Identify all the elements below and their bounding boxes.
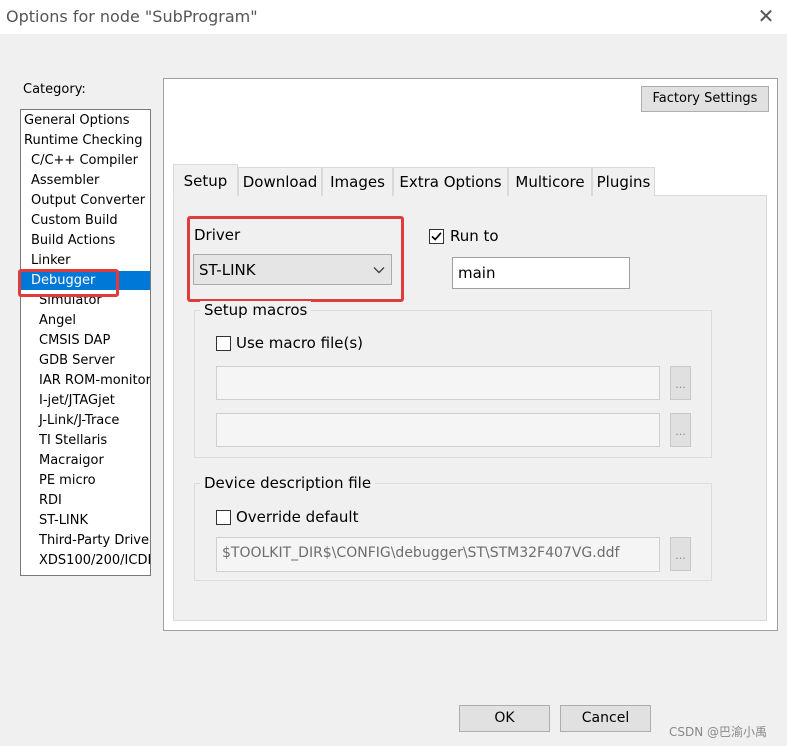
ok-button[interactable]: OK	[459, 705, 550, 732]
run-to-value: main	[458, 264, 496, 282]
category-item-rdi[interactable]: RDI	[39, 491, 62, 510]
device-description-title: Device description file	[200, 474, 376, 492]
category-item-ti-stellaris[interactable]: TI Stellaris	[39, 431, 107, 450]
category-item-custom-build[interactable]: Custom Build	[31, 211, 118, 230]
category-item-ijet-jtagjet[interactable]: I-jet/JTAGjet	[39, 391, 115, 410]
macro-file-browse-button-2[interactable]: ...	[670, 413, 691, 447]
debugger-highlight-box	[18, 269, 119, 297]
category-label: Category:	[23, 82, 86, 97]
category-item-jlink-jtrace[interactable]: J-Link/J-Trace	[39, 411, 119, 430]
device-file-browse-button[interactable]: ...	[670, 537, 691, 571]
category-item-angel[interactable]: Angel	[39, 311, 76, 330]
category-item-general-options[interactable]: General Options	[24, 111, 130, 130]
override-default-checkbox[interactable]	[216, 510, 231, 525]
checkmark-icon	[431, 232, 442, 241]
category-item-xds100[interactable]: XDS100/200/ICDI	[39, 551, 150, 570]
cancel-button[interactable]: Cancel	[560, 705, 651, 732]
use-macro-checkbox[interactable]	[216, 336, 231, 351]
factory-settings-button[interactable]: Factory Settings	[641, 86, 769, 112]
run-to-label: Run to	[450, 227, 499, 245]
tab-setup[interactable]: Setup	[173, 164, 238, 196]
device-file-value: $TOOLKIT_DIR$\CONFIG\debugger\ST\STM32F4…	[222, 545, 620, 561]
tab-multicore[interactable]: Multicore	[508, 167, 592, 196]
tab-plugins[interactable]: Plugins	[592, 167, 655, 196]
category-item-assembler[interactable]: Assembler	[31, 171, 99, 190]
setup-macros-title: Setup macros	[200, 301, 312, 319]
category-item-runtime-checking[interactable]: Runtime Checking	[24, 131, 143, 150]
category-item-gdb-server[interactable]: GDB Server	[39, 351, 115, 370]
category-item-output-converter[interactable]: Output Converter	[31, 191, 145, 210]
category-item-pe-micro[interactable]: PE micro	[39, 471, 96, 490]
tab-images[interactable]: Images	[322, 167, 393, 196]
tab-extra-options[interactable]: Extra Options	[393, 167, 508, 196]
category-item-linker[interactable]: Linker	[31, 251, 71, 270]
category-item-c-compiler[interactable]: C/C++ Compiler	[31, 151, 138, 170]
tab-download[interactable]: Download	[238, 167, 322, 196]
window-title: Options for node "SubProgram"	[6, 7, 258, 26]
category-item-third-party-driver[interactable]: Third-Party Driver	[39, 531, 150, 550]
category-item-iar-rom-monitor[interactable]: IAR ROM-monitor	[39, 371, 150, 390]
run-to-checkbox[interactable]	[429, 229, 444, 244]
device-file-input[interactable]: $TOOLKIT_DIR$\CONFIG\debugger\ST\STM32F4…	[216, 537, 660, 572]
watermark: CSDN @巴渝小禹	[669, 725, 768, 739]
category-item-build-actions[interactable]: Build Actions	[31, 231, 115, 250]
macro-file-input-2[interactable]	[216, 413, 660, 447]
override-default-label: Override default	[236, 508, 359, 526]
title-bar: Options for node "SubProgram" ✕	[0, 0, 787, 34]
category-item-macraigor[interactable]: Macraigor	[39, 451, 104, 470]
use-macro-label: Use macro file(s)	[236, 334, 363, 352]
driver-highlight-box	[187, 216, 404, 302]
category-item-cmsis-dap[interactable]: CMSIS DAP	[39, 331, 110, 350]
macro-file-browse-button-1[interactable]: ...	[670, 366, 691, 400]
macro-file-input-1[interactable]	[216, 366, 660, 400]
category-item-st-link[interactable]: ST-LINK	[39, 511, 88, 530]
close-icon[interactable]: ✕	[754, 4, 778, 28]
category-list[interactable]: General Options Runtime Checking C/C++ C…	[20, 109, 151, 576]
run-to-input[interactable]: main	[452, 257, 630, 289]
